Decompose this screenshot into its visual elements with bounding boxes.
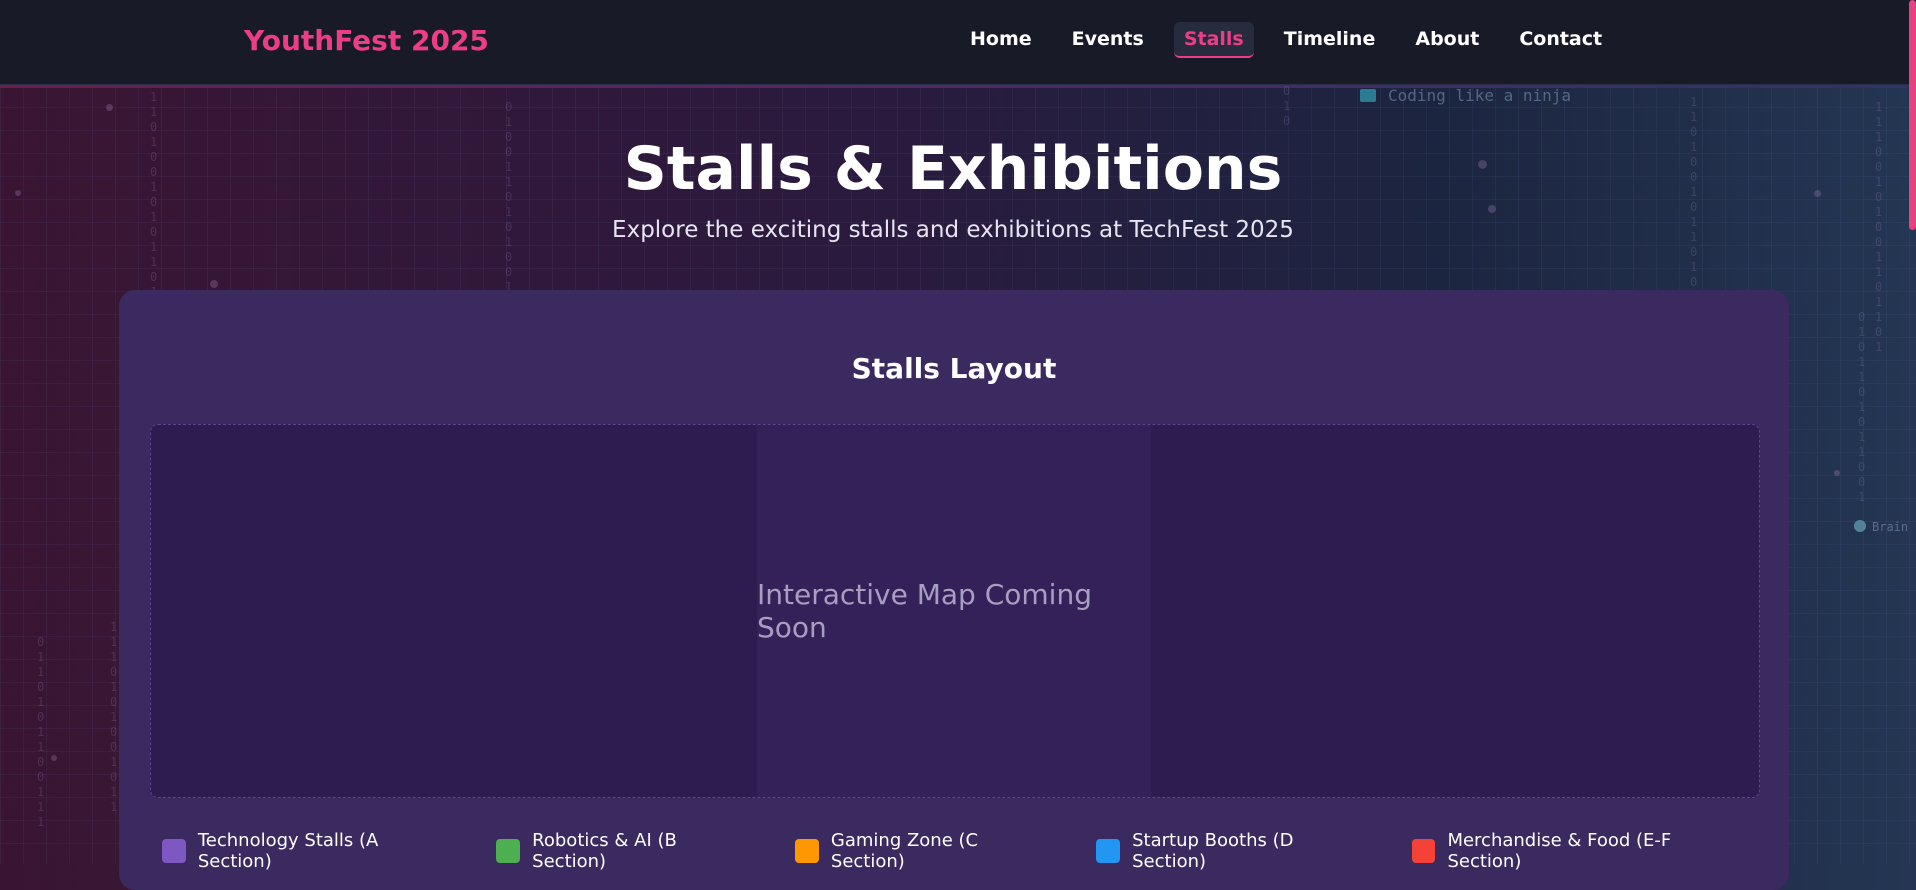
legend-swatch [795,839,819,863]
laptop-icon [1360,89,1376,102]
nav-item-contact[interactable]: Contact [1509,22,1612,58]
legend-item-gaming: Gaming Zone (C Section) [795,830,1056,872]
floating-tagline-text: Coding like a ninja [1388,86,1572,105]
floating-tagline: Coding like a ninja [1360,86,1571,105]
legend-item-startup: Startup Booths (D Section) [1096,830,1371,872]
nav-item-about[interactable]: About [1405,22,1489,58]
top-navbar: YouthFest 2025 Home Events Stalls Timeli… [0,0,1916,85]
map-placeholder: Interactive Map Coming Soon [757,425,1151,797]
section-title: Stalls Layout [851,352,1057,385]
nav-item-home[interactable]: Home [960,22,1042,58]
stalls-map[interactable]: Interactive Map Coming Soon [150,424,1760,798]
particle-dot [1488,205,1496,213]
legend-label: Merchandise & Food (E-F Section) [1447,830,1672,872]
legend-label: Gaming Zone (C Section) [830,830,979,872]
brand-logo[interactable]: YouthFest 2025 [244,24,489,57]
legend-label: Startup Booths (D Section) [1132,830,1294,872]
legend-item-robotics: Robotics & AI (B Section) [496,830,755,872]
legend-label: Robotics & AI (B Section) [532,830,677,872]
page-subtitle: Explore the exciting stalls and exhibiti… [612,217,1294,243]
binary-rain-decoration: 0110101100111 [37,635,45,829]
particle-dot [210,280,218,288]
nav-item-events[interactable]: Events [1062,22,1154,58]
particle-dot [1834,470,1840,476]
legend-swatch [1411,839,1436,863]
floating-side-label: Brain [1854,520,1908,534]
page-title: Stalls & Exhibitions [623,134,1283,204]
binary-rain-decoration: 010 [1283,84,1291,128]
brain-icon [1854,520,1866,532]
nav-menu: Home Events Stalls Timeline About Contac… [960,22,1612,58]
nav-item-timeline[interactable]: Timeline [1274,22,1386,58]
particle-dot [51,755,57,761]
binary-rain-decoration: 0101101011001 [1858,310,1866,504]
legend-label: Technology Stalls (A Section) [197,830,379,872]
legend-swatch [496,839,521,863]
nav-item-stalls[interactable]: Stalls [1173,22,1254,58]
particle-dot [106,104,113,111]
map-legend: Technology Stalls (A Section) Robotics &… [162,830,1789,872]
legend-item-technology: Technology Stalls (A Section) [162,830,456,872]
map-placeholder-text: Interactive Map Coming Soon [757,578,1092,644]
floating-side-label-text: Brain [1872,520,1909,534]
page-scrollbar-thumb[interactable] [1909,0,1916,230]
legend-swatch [1096,839,1121,863]
legend-swatch [162,839,186,863]
legend-item-merchandise: Merchandise & Food (E-F Section) [1411,830,1749,872]
stalls-layout-panel: Stalls Layout Interactive Map Coming Soo… [119,290,1789,890]
